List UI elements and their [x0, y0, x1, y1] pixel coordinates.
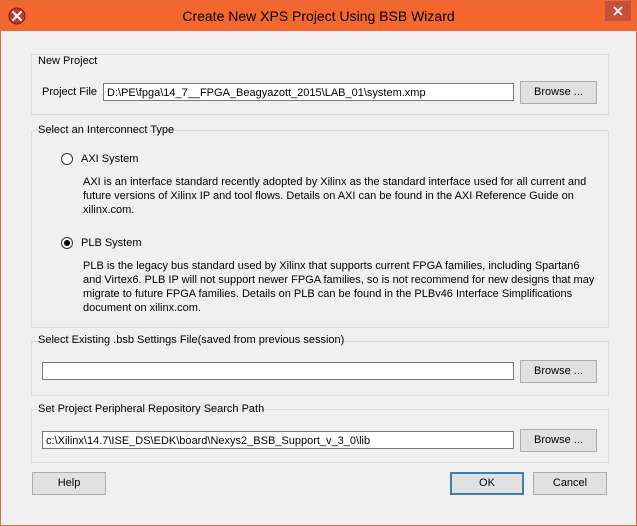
- help-button[interactable]: Help: [32, 472, 106, 495]
- wizard-dialog: Create New XPS Project Using BSB Wizard …: [0, 0, 637, 526]
- title-bar[interactable]: Create New XPS Project Using BSB Wizard: [1, 1, 636, 31]
- interconnect-group-title: Select an Interconnect Type: [38, 124, 175, 136]
- ok-button[interactable]: OK: [450, 472, 524, 495]
- bsb-settings-group-title: Select Existing .bsb Settings File(saved…: [38, 334, 345, 346]
- project-file-label: Project File: [42, 86, 98, 98]
- close-button[interactable]: [605, 1, 631, 21]
- cancel-button[interactable]: Cancel: [533, 472, 607, 495]
- plb-system-radio[interactable]: [61, 237, 73, 249]
- close-icon: [613, 6, 623, 16]
- plb-system-label[interactable]: PLB System: [81, 237, 142, 249]
- project-file-input[interactable]: D:\PE\fpga\14_7__FPGA_Beagyazott_2015\LA…: [103, 83, 514, 101]
- axi-system-description: AXI is an interface standard recently ad…: [83, 176, 587, 216]
- repo-path-browse-button[interactable]: Browse ...: [520, 429, 597, 452]
- axi-system-label[interactable]: AXI System: [81, 153, 138, 165]
- bsb-settings-browse-button[interactable]: Browse ...: [520, 360, 597, 383]
- repo-path-group-title: Set Project Peripheral Repository Search…: [38, 403, 265, 415]
- repo-path-input[interactable]: c:\Xilinx\14.7\ISE_DS\EDK\board\Nexys2_B…: [42, 431, 514, 449]
- window-title: Create New XPS Project Using BSB Wizard: [182, 8, 455, 24]
- axi-system-radio[interactable]: [61, 153, 73, 165]
- radio-selected-dot: [64, 240, 70, 246]
- project-file-browse-button[interactable]: Browse ...: [520, 81, 597, 104]
- plb-system-description: PLB is the legacy bus standard used by X…: [83, 260, 595, 314]
- new-project-group-title: New Project: [38, 55, 98, 67]
- bsb-settings-input[interactable]: [42, 362, 514, 380]
